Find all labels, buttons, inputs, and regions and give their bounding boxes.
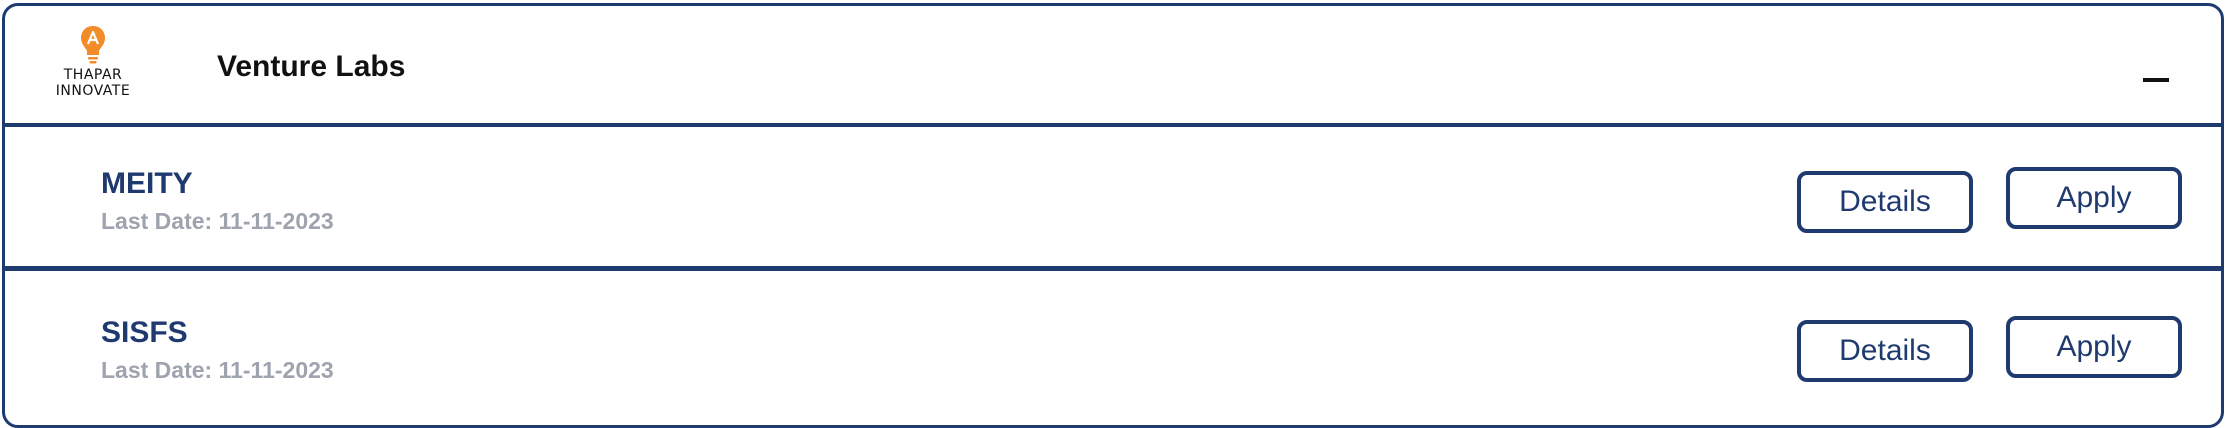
bulb-logo-icon — [81, 26, 105, 64]
thapar-innovate-logo: THAPAR INNOVATE — [45, 24, 141, 102]
card-title: Venture Labs — [217, 50, 406, 83]
details-button[interactable]: Details — [1797, 171, 1973, 233]
scheme-last-date: Last Date: 11-11-2023 — [101, 208, 334, 234]
scheme-row-sisfs: SISFS Last Date: 11-11-2023 Details Appl… — [5, 276, 2221, 420]
logo-text-line2: INNOVATE — [55, 83, 131, 99]
details-button[interactable]: Details — [1797, 320, 1973, 382]
scheme-name: SISFS — [101, 316, 188, 349]
scheme-name: MEITY — [101, 167, 193, 200]
venture-labs-card: THAPAR INNOVATE Venture Labs MEITY Last … — [2, 3, 2224, 428]
minus-icon[interactable] — [2141, 62, 2171, 86]
logo-text-line1: THAPAR — [63, 67, 123, 83]
scheme-row-meity: MEITY Last Date: 11-11-2023 Details Appl… — [5, 127, 2221, 271]
apply-button[interactable]: Apply — [2006, 316, 2182, 378]
apply-button[interactable]: Apply — [2006, 167, 2182, 229]
card-header[interactable]: THAPAR INNOVATE Venture Labs — [5, 6, 2221, 127]
scheme-last-date: Last Date: 11-11-2023 — [101, 357, 334, 383]
